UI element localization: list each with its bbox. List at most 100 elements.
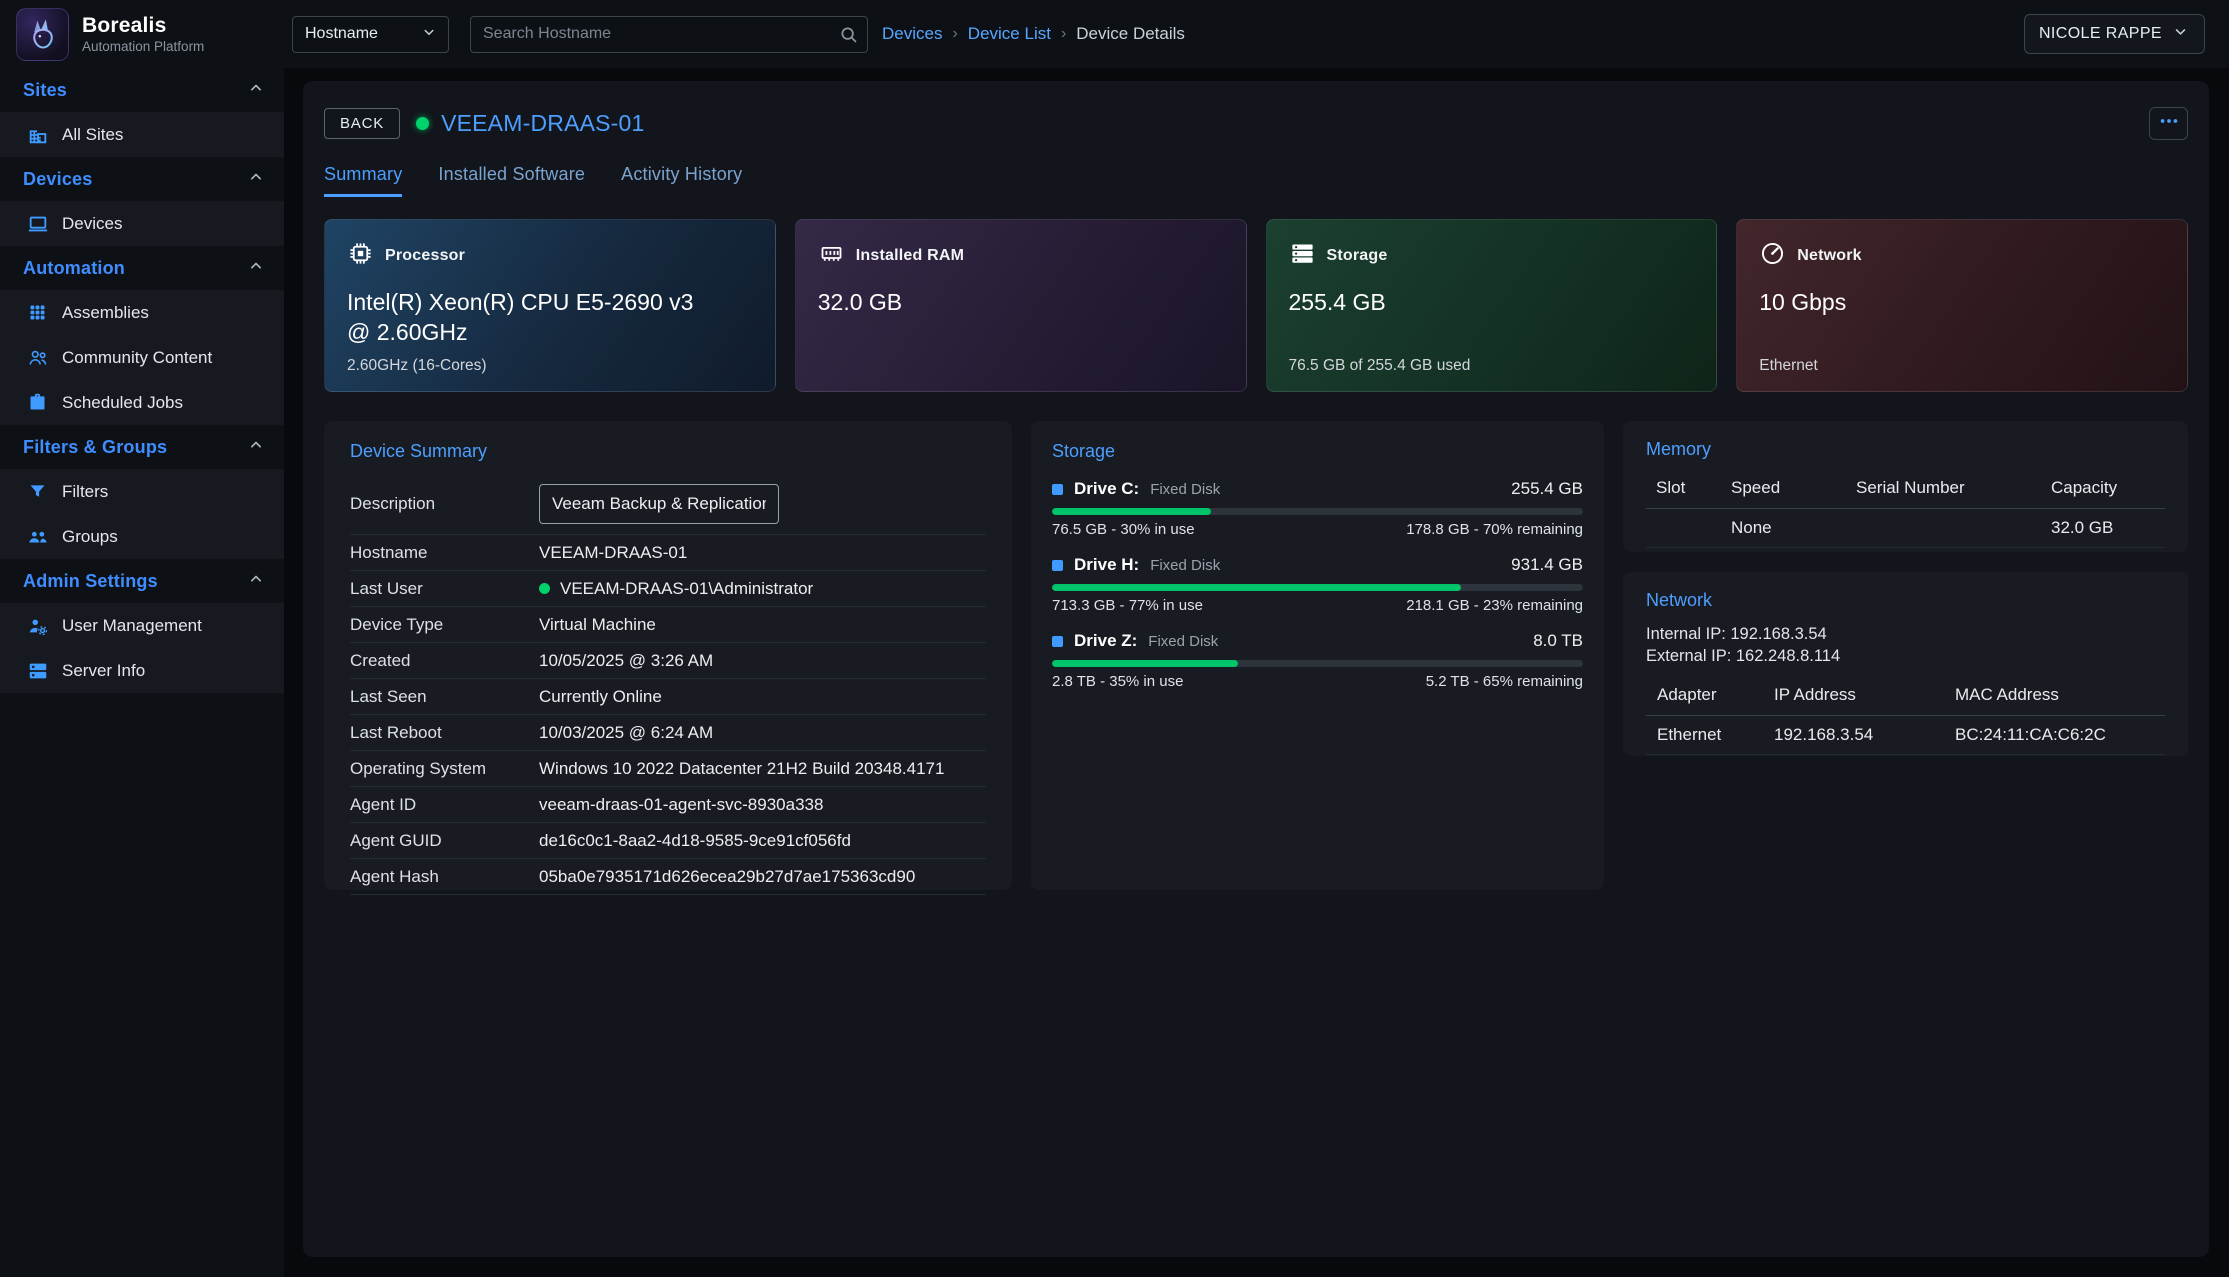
drive-name: Drive C: xyxy=(1074,479,1139,499)
cell-adapter: Ethernet xyxy=(1646,725,1774,745)
sidebar-item-label: Filters xyxy=(62,482,108,502)
search-icon[interactable] xyxy=(838,24,859,50)
stat-card-value: Intel(R) Xeon(R) CPU E5-2690 v3 @ 2.60GH… xyxy=(347,287,720,348)
table-row: Ethernet 192.168.3.54 BC:24:11:CA:C6:2C xyxy=(1646,716,2165,755)
memory-table: Slot Speed Serial Number Capacity None 3… xyxy=(1646,472,2165,548)
cpu-icon xyxy=(347,240,374,272)
brand-text: Borealis Automation Platform xyxy=(82,14,204,55)
drive-remaining-text: 178.8 GB - 70% remaining xyxy=(1406,521,1583,538)
server-icon xyxy=(26,659,49,682)
hostname-filter-select[interactable]: Hostname xyxy=(292,16,449,53)
sidebar-item-user-management[interactable]: User Management xyxy=(0,603,284,648)
people-icon xyxy=(26,346,49,369)
sidebar-item-devices[interactable]: Devices xyxy=(0,201,284,246)
description-input[interactable] xyxy=(539,484,779,524)
row-value: veeam-draas-01-agent-svc-8930a338 xyxy=(539,795,986,815)
sidebar-section-admin-settings[interactable]: Admin Settings xyxy=(0,559,284,603)
brand-title: Borealis xyxy=(82,14,204,38)
row-value: Windows 10 2022 Datacenter 21H2 Build 20… xyxy=(539,759,986,779)
row-value: VEEAM-DRAAS-01 xyxy=(539,543,986,563)
row-label: Agent Hash xyxy=(350,867,539,887)
more-actions-button[interactable] xyxy=(2149,107,2188,140)
memory-title: Memory xyxy=(1646,439,2165,460)
table-row-hostname: Hostname VEEAM-DRAAS-01 xyxy=(350,535,986,571)
stat-card-value: 10 Gbps xyxy=(1759,287,2132,317)
table-row-created: Created 10/05/2025 @ 3:26 AM xyxy=(350,643,986,679)
row-value: Virtual Machine xyxy=(539,615,986,635)
online-status-dot xyxy=(416,117,429,130)
sidebar-section-automation[interactable]: Automation xyxy=(0,246,284,290)
topbar: Borealis Automation Platform Hostname De… xyxy=(0,0,2229,68)
sidebar-item-scheduled-jobs[interactable]: Scheduled Jobs xyxy=(0,380,284,425)
external-ip-text: External IP: 162.248.8.114 xyxy=(1646,645,2165,667)
sidebar-item-label: Groups xyxy=(62,527,118,547)
stat-card-storage: Storage 255.4 GB 76.5 GB of 255.4 GB use… xyxy=(1266,219,1718,392)
drive-type: Fixed Disk xyxy=(1150,557,1220,574)
sidebar-item-groups[interactable]: Groups xyxy=(0,514,284,559)
sidebar-section-label: Admin Settings xyxy=(23,571,158,592)
table-row-agent-hash: Agent Hash 05ba0e7935171d626ecea29b27d7a… xyxy=(350,859,986,895)
sidebar-item-label: Assemblies xyxy=(62,303,149,323)
tab-installed-software[interactable]: Installed Software xyxy=(438,164,585,197)
drive-type: Fixed Disk xyxy=(1150,481,1220,498)
stat-card-row: Processor Intel(R) Xeon(R) CPU E5-2690 v… xyxy=(324,219,2188,392)
breadcrumb-device-list[interactable]: Device List xyxy=(968,24,1051,44)
tab-summary[interactable]: Summary xyxy=(324,164,402,197)
row-value: 05ba0e7935171d626ecea29b27d7ae175363cd90 xyxy=(539,867,986,887)
online-dot xyxy=(539,583,550,594)
sidebar-section-sites[interactable]: Sites xyxy=(0,68,284,112)
table-row-last-seen: Last Seen Currently Online xyxy=(350,679,986,715)
stat-card-subtext: 76.5 GB of 255.4 GB used xyxy=(1289,357,1471,375)
drive-usage-bar xyxy=(1052,508,1583,515)
sidebar-item-server-info[interactable]: Server Info xyxy=(0,648,284,693)
table-row-last-user: Last User VEEAM-DRAAS-01\Administrator xyxy=(350,571,986,607)
column-header-mac-address: MAC Address xyxy=(1955,685,2165,705)
chevron-up-icon xyxy=(246,78,266,103)
sidebar-item-community-content[interactable]: Community Content xyxy=(0,335,284,380)
stat-card-value: 255.4 GB xyxy=(1289,287,1662,317)
chevron-up-icon xyxy=(246,569,266,594)
user-menu-button[interactable]: NICOLE RAPPE xyxy=(2024,14,2205,54)
sidebar-section-label: Filters & Groups xyxy=(23,437,167,458)
row-value: VEEAM-DRAAS-01\Administrator xyxy=(560,579,813,599)
stat-card-subtext: Ethernet xyxy=(1759,357,1818,375)
storage-card: Storage Drive C: Fixed Disk 255.4 GB 76.… xyxy=(1031,421,1604,890)
back-button[interactable]: BACK xyxy=(324,108,400,139)
detail-cards-row: Device Summary Description Hostname VEEA… xyxy=(324,421,2188,890)
table-row-operating-system: Operating System Windows 10 2022 Datacen… xyxy=(350,751,986,787)
sidebar-section-devices[interactable]: Devices xyxy=(0,157,284,201)
drive-h-block: Drive H: Fixed Disk 931.4 GB 713.3 GB - … xyxy=(1052,555,1583,614)
cell-mac-address: BC:24:11:CA:C6:2C xyxy=(1955,725,2165,745)
drive-name: Drive H: xyxy=(1074,555,1139,575)
tab-activity-history[interactable]: Activity History xyxy=(621,164,742,197)
column-header-serial-number: Serial Number xyxy=(1856,478,2051,498)
row-label: Agent ID xyxy=(350,795,539,815)
chevron-up-icon xyxy=(246,167,266,192)
device-summary-table: Description Hostname VEEAM-DRAAS-01 Last… xyxy=(350,474,986,895)
storage-stack-icon xyxy=(1289,240,1316,272)
sidebar-section-filters-groups[interactable]: Filters & Groups xyxy=(0,425,284,469)
drive-icon xyxy=(1052,484,1063,495)
sidebar-item-label: Scheduled Jobs xyxy=(62,393,183,413)
sidebar-item-assemblies[interactable]: Assemblies xyxy=(0,290,284,335)
network-title: Network xyxy=(1646,590,2165,611)
brand[interactable]: Borealis Automation Platform xyxy=(0,8,284,61)
drive-size: 8.0 TB xyxy=(1533,631,1583,651)
row-label: Operating System xyxy=(350,759,539,779)
sidebar-item-filters[interactable]: Filters xyxy=(0,469,284,514)
breadcrumb: Devices › Device List › Device Details xyxy=(882,24,1185,44)
drive-used-text: 713.3 GB - 77% in use xyxy=(1052,597,1203,614)
page-header: BACK VEEAM-DRAAS-01 xyxy=(324,107,2188,140)
borealis-device-details-page: { "theme": { "accent_blue": "#4d9fff", "… xyxy=(0,0,2229,1277)
sidebar-item-label: All Sites xyxy=(62,125,123,145)
sidebar: Sites All Sites Devices Devices Automati… xyxy=(0,68,284,1277)
search-input[interactable] xyxy=(470,16,868,53)
stat-card-title: Processor xyxy=(385,247,465,265)
row-value: Currently Online xyxy=(539,687,986,707)
breadcrumb-devices[interactable]: Devices xyxy=(882,24,942,44)
sidebar-item-all-sites[interactable]: All Sites xyxy=(0,112,284,157)
sidebar-item-label: User Management xyxy=(62,616,202,636)
briefcase-icon xyxy=(26,391,49,414)
gauge-icon xyxy=(1759,240,1786,272)
building-icon xyxy=(26,123,49,146)
